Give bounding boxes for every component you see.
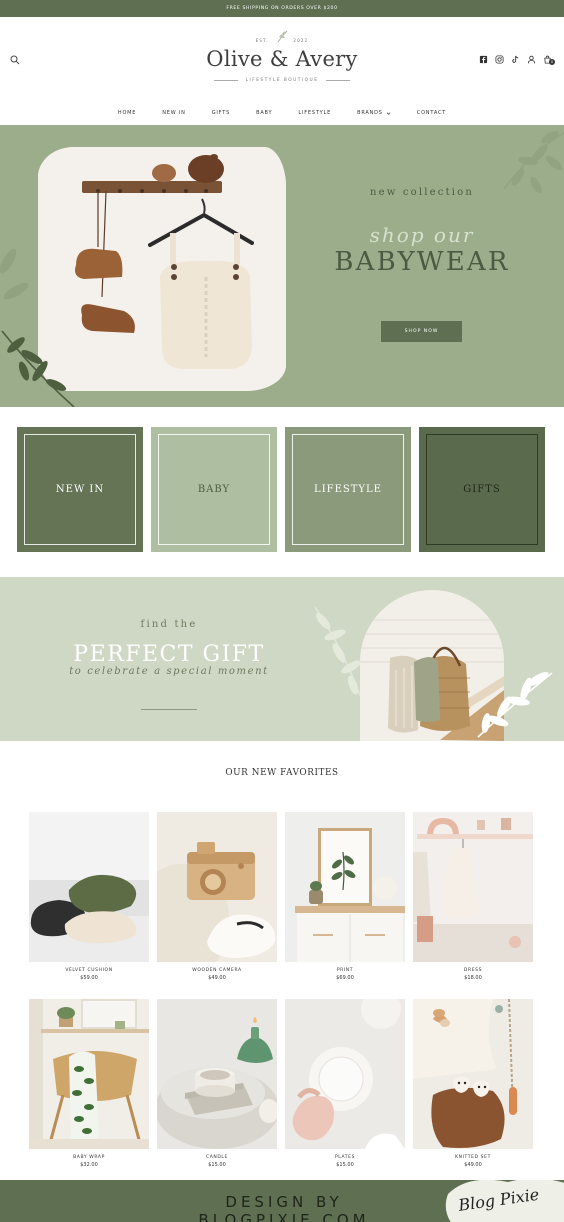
category-label: LIFESTYLE — [314, 484, 382, 495]
main-nav: HOME NEW IN GIFTS BABY LIFESTYLE BRANDS … — [0, 110, 564, 116]
leaf-decoration-icon — [503, 130, 564, 194]
category-tiles: NEW IN BABY LIFESTYLE GIFTS — [0, 407, 564, 577]
hero-script-text: shop our — [369, 223, 475, 247]
site-footer: DESIGN BY BLOGPIXIE.COM Blog Pixie — [0, 1180, 564, 1222]
category-label: BABY — [197, 484, 231, 495]
nav-brands[interactable]: BRANDS — [344, 110, 404, 116]
nav-baby[interactable]: BABY — [243, 110, 285, 116]
product-card-dress[interactable]: DRESS $18.00 — [413, 812, 533, 981]
site-header: EST. 2022 Olive & Avery LIFESTYLE BOUTIQ… — [0, 17, 564, 125]
product-price: $49.00 — [208, 975, 226, 981]
leaf-decoration-icon — [477, 672, 553, 738]
product-card-plates[interactable]: PLATES $15.00 — [285, 999, 405, 1168]
product-image — [157, 812, 277, 962]
product-card-knitted-set[interactable]: KNITTED SET $49.00 — [413, 999, 533, 1168]
cart-button[interactable]: 0 — [543, 55, 555, 65]
category-label: GIFTS — [463, 484, 501, 495]
product-price: $69.00 — [336, 975, 354, 981]
product-name: DRESS — [463, 968, 483, 973]
hero-title: BABYWEAR — [334, 247, 510, 277]
tiktok-icon[interactable] — [511, 55, 520, 64]
category-tile-gifts[interactable]: GIFTS — [419, 427, 545, 552]
category-label: NEW IN — [55, 484, 105, 495]
product-card-wooden-camera[interactable]: WOODEN CAMERA $49.00 — [157, 812, 277, 981]
nav-contact[interactable]: CONTACT — [404, 110, 459, 116]
gift-title: PERFECT GIFT — [73, 642, 265, 667]
product-image — [29, 812, 149, 962]
search-icon[interactable] — [10, 55, 20, 65]
product-image — [413, 999, 533, 1149]
logo-established: EST. 2022 — [255, 38, 309, 43]
hero-banner: new collection shop our BABYWEAR SHOP NO… — [0, 125, 564, 407]
nav-lifestyle[interactable]: LIFESTYLE — [285, 110, 344, 116]
product-name: KNITTED SET — [455, 1155, 491, 1160]
brand-logo[interactable]: EST. 2022 Olive & Avery LIFESTYLE BOUTIQ… — [200, 29, 364, 89]
gift-script-text: to celebrate a special moment — [69, 666, 269, 677]
shop-now-button[interactable]: SHOP NOW — [381, 321, 462, 342]
product-name: VELVET CUSHION — [65, 968, 113, 973]
instagram-icon[interactable] — [495, 55, 504, 64]
favorites-heading: OUR NEW FAVORITES — [225, 768, 339, 778]
product-image — [413, 812, 533, 962]
product-name: PRINT — [336, 968, 354, 973]
category-tile-lifestyle[interactable]: LIFESTYLE — [285, 427, 411, 552]
announcement-text: FREE SHIPPING ON ORDERS OVER $200 — [226, 6, 338, 11]
user-icon[interactable] — [527, 55, 536, 64]
product-price: $32.00 — [80, 1162, 98, 1168]
product-card-velvet-cushion[interactable]: VELVET CUSHION $59.00 — [29, 812, 149, 981]
facebook-icon[interactable] — [479, 55, 488, 64]
product-image — [157, 999, 277, 1149]
product-name: PLATES — [334, 1155, 356, 1160]
announcement-bar: FREE SHIPPING ON ORDERS OVER $200 — [0, 0, 564, 17]
category-tile-baby[interactable]: BABY — [151, 427, 277, 552]
product-name: CANDLE — [205, 1155, 228, 1160]
brand-name: Olive & Avery — [206, 47, 358, 71]
gift-banner[interactable]: find the PERFECT GIFT to celebrate a spe… — [0, 577, 564, 741]
product-price: $15.00 — [336, 1162, 354, 1168]
product-price: $49.00 — [464, 1162, 482, 1168]
product-price: $15.00 — [208, 1162, 226, 1168]
logo-divider — [326, 80, 350, 81]
product-name: WOODEN CAMERA — [192, 968, 242, 973]
product-card-print[interactable]: PRINT $69.00 — [285, 812, 405, 981]
gift-divider — [141, 709, 197, 710]
cart-count-badge: 0 — [549, 59, 555, 65]
leaf-decoration-icon — [0, 248, 75, 407]
product-price: $18.00 — [464, 975, 482, 981]
product-image — [285, 999, 405, 1149]
header-icons: 0 — [479, 55, 555, 65]
footer-credit[interactable]: DESIGN BY BLOGPIXIE.COM — [138, 1193, 430, 1222]
product-price: $59.00 — [80, 975, 98, 981]
nav-gifts[interactable]: GIFTS — [199, 110, 243, 116]
category-tile-new-in[interactable]: NEW IN — [17, 427, 143, 552]
product-image — [29, 999, 149, 1149]
product-card-candle[interactable]: CANDLE $15.00 — [157, 999, 277, 1168]
nav-home[interactable]: HOME — [105, 110, 149, 116]
product-card-baby-wrap[interactable]: BABY WRAP $32.00 — [29, 999, 149, 1168]
chevron-down-icon — [386, 112, 391, 115]
hero-eyebrow: new collection — [369, 187, 475, 198]
product-image — [285, 812, 405, 962]
gift-eyebrow: find the — [140, 619, 198, 630]
nav-new-in[interactable]: NEW IN — [149, 110, 198, 116]
product-name: BABY WRAP — [73, 1155, 105, 1160]
